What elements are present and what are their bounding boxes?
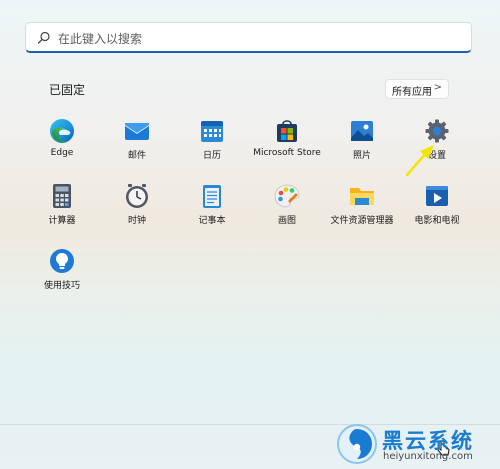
- watermark-url: heiyunxitong.com: [383, 451, 473, 462]
- movies-icon: [424, 183, 450, 209]
- edge-icon: [49, 118, 75, 144]
- app-tile-clock[interactable]: 时钟: [95, 181, 179, 237]
- search-placeholder: 在此键入以搜索: [58, 32, 143, 46]
- clock-icon: [124, 183, 150, 209]
- watermark-logo-icon: [337, 424, 377, 464]
- search-icon: [37, 31, 50, 44]
- photos-icon: [349, 118, 375, 144]
- calculator-icon: [49, 183, 75, 209]
- app-tile-mail[interactable]: 邮件: [95, 116, 179, 172]
- paint-icon: [274, 183, 300, 209]
- start-menu: 在此键入以搜索 已固定 所有应用 > Edge 邮件 日历 Microsoft …: [0, 0, 500, 469]
- search-input[interactable]: 在此键入以搜索: [25, 22, 472, 53]
- app-tile-tips[interactable]: 使用技巧: [20, 246, 104, 302]
- app-tile-movies-tv[interactable]: 电影和电视: [395, 181, 479, 237]
- annotation-arrow-icon: [405, 145, 434, 177]
- notepad-icon: [199, 183, 225, 209]
- app-tile-notepad[interactable]: 记事本: [170, 181, 254, 237]
- folder-icon: [349, 183, 375, 209]
- mail-icon: [124, 118, 150, 144]
- app-label: 电影和电视: [414, 216, 460, 226]
- app-tile-edge[interactable]: Edge: [20, 116, 104, 172]
- app-tile-paint[interactable]: 画图: [245, 181, 329, 237]
- app-label: 使用技巧: [43, 281, 80, 291]
- app-tile-store[interactable]: Microsoft Store: [245, 116, 329, 172]
- all-apps-button[interactable]: 所有应用 >: [385, 79, 449, 99]
- pinned-title: 已固定: [49, 83, 86, 97]
- app-tile-photos[interactable]: 照片: [320, 116, 404, 172]
- calendar-icon: [199, 118, 225, 144]
- watermark: 黑云系统 heiyunxitong.com: [336, 423, 496, 467]
- all-apps-label: 所有应用: [392, 87, 432, 98]
- app-tile-file-explorer[interactable]: 文件资源管理器: [320, 181, 404, 237]
- chevron-right-icon: >: [433, 82, 442, 93]
- gear-icon: [424, 118, 450, 144]
- store-icon: [274, 118, 300, 144]
- app-tile-calendar[interactable]: 日历: [170, 116, 254, 172]
- tips-icon: [49, 248, 75, 274]
- app-tile-calculator[interactable]: 计算器: [20, 181, 104, 237]
